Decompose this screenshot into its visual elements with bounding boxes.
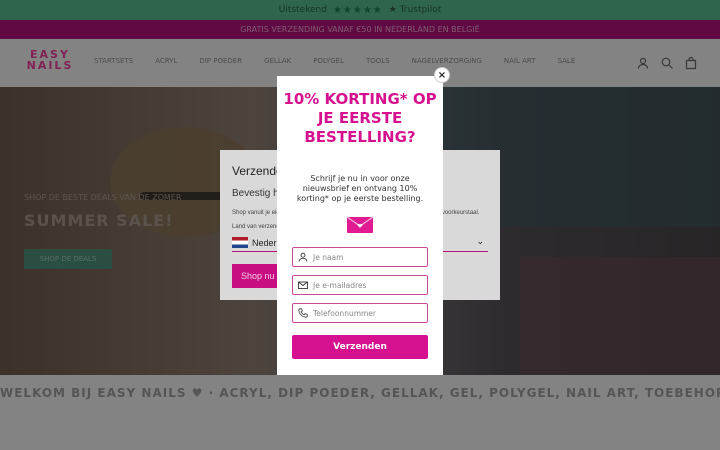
popup-description: Schrijf je nu in voor onze nieuwsbrief e… (296, 174, 424, 203)
name-placeholder: Je naam (313, 252, 344, 262)
shop-now-button[interactable]: Shop nu (232, 264, 280, 288)
envelope-heart-icon (346, 215, 374, 233)
name-field[interactable]: Je naam (292, 247, 428, 267)
phone-field[interactable]: Telefoonnummer (292, 303, 428, 323)
person-icon (298, 252, 308, 262)
email-field[interactable]: Je e-mailadres (292, 275, 428, 295)
phone-placeholder: Telefoonnummer (313, 308, 377, 318)
email-placeholder: Je e-mailadres (313, 280, 367, 290)
popup-title: 10% KORTING* OP JE EERSTE BESTELLING? (283, 90, 437, 146)
phone-icon (298, 308, 308, 318)
close-icon[interactable]: × (434, 67, 450, 83)
netherlands-flag-icon (232, 237, 248, 248)
chevron-down-icon: ⌄ (476, 236, 484, 246)
submit-button[interactable]: Verzenden (292, 335, 428, 359)
mail-icon (298, 280, 308, 290)
newsletter-popup: 10% KORTING* OP JE EERSTE BESTELLING? Sc… (277, 76, 443, 375)
